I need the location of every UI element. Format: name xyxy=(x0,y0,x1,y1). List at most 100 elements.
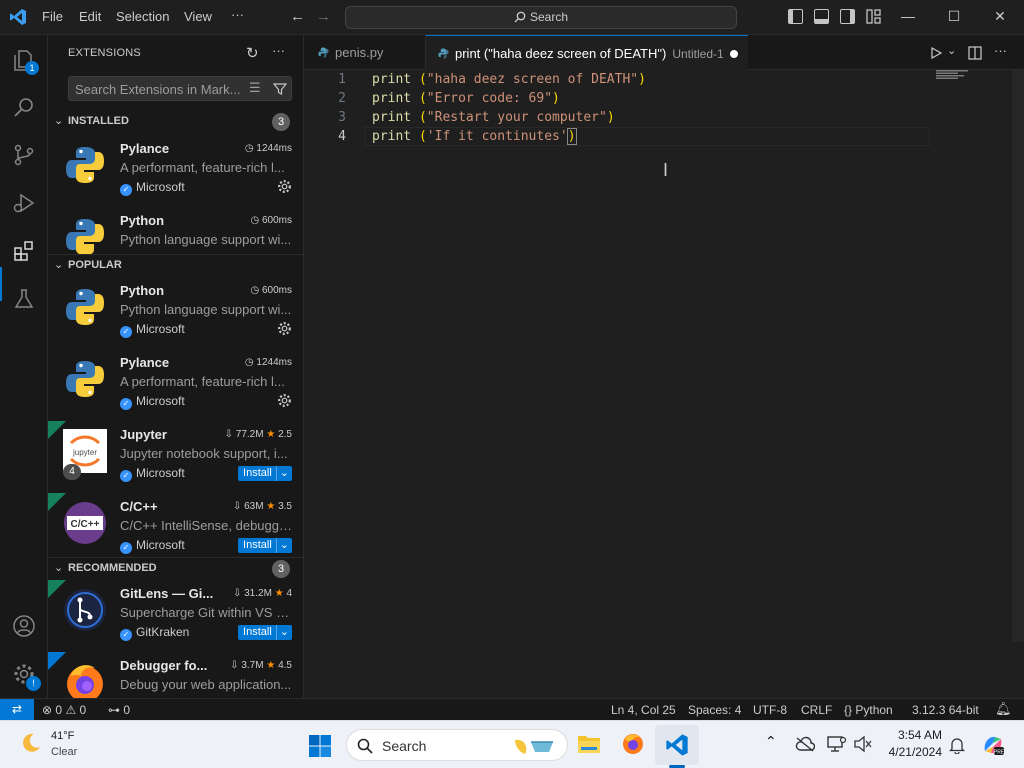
network-icon[interactable] xyxy=(827,735,847,753)
source-control-icon[interactable] xyxy=(12,143,36,167)
run-debug-icon[interactable] xyxy=(12,191,36,215)
sidebar-title: EXTENSIONS xyxy=(68,47,141,59)
maximize-button[interactable]: ☐ xyxy=(944,8,964,26)
extension-publisher: ✓ Microsoft xyxy=(120,466,185,482)
notification-bell-icon[interactable] xyxy=(949,736,965,754)
extension-description: Python language support wi... xyxy=(120,232,292,247)
extension-item-jupyter[interactable]: jupyter 4 Jupyter ⇩ 77.2M ★ 2.5 Jupyter … xyxy=(48,421,303,493)
manage-extension-gear-icon[interactable] xyxy=(277,393,292,408)
extension-publisher: ✓ Microsoft xyxy=(120,180,185,196)
problems-status[interactable]: ⊗ 0 ⚠ 0 xyxy=(42,703,86,717)
language-mode[interactable]: {} Python xyxy=(844,703,893,717)
chevron-down-icon[interactable]: ⌄ xyxy=(275,538,292,553)
more-actions-icon[interactable]: ··· xyxy=(272,43,285,58)
volume-muted-icon[interactable] xyxy=(853,735,873,753)
taskbar-search-box[interactable]: Search xyxy=(346,729,568,761)
eol-status[interactable]: CRLF xyxy=(801,703,832,717)
extension-item-python[interactable]: Python ◷ 600ms Python language support w… xyxy=(48,277,303,349)
close-button[interactable]: ✕ xyxy=(990,8,1010,26)
download-count: 31.2M xyxy=(244,588,272,599)
code-string-token: "Error code: 69" xyxy=(426,91,553,106)
python-interpreter[interactable]: 3.12.3 64-bit xyxy=(912,703,979,717)
search-icon[interactable] xyxy=(12,95,36,119)
forward-arrow-icon[interactable]: → xyxy=(316,8,331,25)
encoding-status[interactable]: UTF-8 xyxy=(753,703,787,717)
extension-item-pylance-popular[interactable]: Pylance ◷ 1244ms A performant, feature-r… xyxy=(48,349,303,421)
clear-filter-icon[interactable]: ☰ xyxy=(249,80,261,96)
weather-temperature[interactable]: 41°F xyxy=(51,730,74,742)
code-line[interactable]: print ("Restart your computer") xyxy=(372,110,615,125)
accounts-icon[interactable] xyxy=(12,614,36,638)
chevron-down-icon[interactable]: ⌄ xyxy=(275,625,292,640)
split-editor-icon[interactable] xyxy=(968,46,982,60)
menu-edit[interactable]: Edit xyxy=(79,9,101,24)
windows-start-icon[interactable] xyxy=(308,734,332,758)
vscode-taskbar-icon[interactable] xyxy=(665,733,689,757)
code-line[interactable]: print ('If it continutes') xyxy=(372,128,577,145)
chevron-down-icon[interactable]: ⌄ xyxy=(275,466,292,481)
onedrive-cloud-icon[interactable] xyxy=(795,736,815,752)
firefox-icon[interactable] xyxy=(621,732,645,756)
line-number: 4 xyxy=(338,129,346,144)
file-explorer-icon[interactable] xyxy=(577,733,601,755)
braces-icon: {} xyxy=(844,703,853,717)
activation-time: ◷ 1244ms xyxy=(245,357,292,368)
manage-extension-gear-icon[interactable] xyxy=(277,179,292,194)
menu-selection[interactable]: Selection xyxy=(116,9,169,24)
tab-untitled-1[interactable]: print ("haha deez screen of DEATH") Untit… xyxy=(426,35,748,70)
unsaved-dot-icon[interactable] xyxy=(730,50,738,58)
minimap[interactable] xyxy=(936,70,984,80)
verified-publisher-icon: ✓ xyxy=(120,542,132,554)
weather-condition[interactable]: Clear xyxy=(51,746,77,758)
vertical-scrollbar[interactable] xyxy=(1012,70,1024,642)
menu-file[interactable]: File xyxy=(42,9,63,24)
extension-item-debugger-firefox[interactable]: Debugger fo... ⇩ 3.7M ★ 4.5 Debug your w… xyxy=(48,652,303,698)
ports-status[interactable]: ⊶ 0 xyxy=(108,703,130,717)
refresh-icon[interactable]: ↻ xyxy=(246,44,259,62)
toggle-primary-sidebar-icon[interactable] xyxy=(788,9,803,24)
customize-layout-icon[interactable] xyxy=(866,9,881,24)
editor-more-actions-icon[interactable]: ··· xyxy=(994,43,1007,58)
install-button[interactable]: Install ⌄ xyxy=(238,538,292,553)
run-options-chevron-down-icon[interactable]: ⌄ xyxy=(947,44,956,57)
extension-item-cpp[interactable]: C/C++ C/C++ ⇩ 63M ★ 3.5 C/C++ IntelliSen… xyxy=(48,493,303,565)
cursor-position[interactable]: Ln 4, Col 25 xyxy=(611,703,676,717)
code-line[interactable]: print ("haha deez screen of DEATH") xyxy=(372,72,646,87)
clock-date[interactable]: 4/21/2024 xyxy=(884,745,942,759)
notifications-bell-icon[interactable]: 🔔︎ xyxy=(995,701,1012,717)
extension-item-pylance[interactable]: Pylance ◷ 1244ms A performant, feature-r… xyxy=(48,135,303,207)
show-hidden-icons-chevron-up-icon[interactable]: ⌃ xyxy=(765,733,777,750)
extension-item-gitlens[interactable]: GitLens — Gi... ⇩ 31.2M ★ 4 Supercharge … xyxy=(48,580,303,652)
clock-time[interactable]: 3:54 AM xyxy=(884,728,942,742)
install-button[interactable]: Install ⌄ xyxy=(238,466,292,481)
menu-more[interactable]: ··· xyxy=(231,7,244,22)
command-center-search[interactable]: Search xyxy=(345,6,737,29)
manage-extension-gear-icon[interactable] xyxy=(277,321,292,336)
code-editor[interactable]: 1 2 3 4 print ("haha deez screen of DEAT… xyxy=(304,70,1024,698)
recommended-section-header[interactable]: ⌄ RECOMMENDED 3 xyxy=(48,557,303,579)
toggle-secondary-sidebar-icon[interactable] xyxy=(840,9,855,24)
extension-count-badge: 4 xyxy=(63,464,81,480)
remote-indicator-icon[interactable]: ⇄ xyxy=(0,699,34,721)
extensions-search-input[interactable]: Search Extensions in Mark... ☰ xyxy=(68,76,292,101)
menu-view[interactable]: View xyxy=(184,9,212,24)
back-arrow-icon[interactable]: ← xyxy=(290,8,305,25)
tab-penis-py[interactable]: penis.py xyxy=(304,35,426,70)
run-python-play-icon[interactable] xyxy=(930,47,942,59)
active-view-indicator xyxy=(0,267,2,301)
testing-flask-icon[interactable] xyxy=(12,287,36,311)
copilot-icon[interactable]: PRE xyxy=(981,733,1005,757)
extension-item-python-installed[interactable]: Python ◷ 600ms Python language support w… xyxy=(48,207,303,257)
extension-publisher: ✓ Microsoft xyxy=(120,322,185,338)
install-button[interactable]: Install ⌄ xyxy=(238,625,292,640)
moon-weather-icon[interactable] xyxy=(19,731,43,755)
toggle-panel-icon[interactable] xyxy=(814,9,829,24)
download-icon: ⇩ xyxy=(232,588,245,599)
indentation-status[interactable]: Spaces: 4 xyxy=(688,703,741,717)
filter-icon[interactable] xyxy=(273,82,287,96)
minimize-button[interactable]: — xyxy=(898,8,918,26)
code-line[interactable]: print ("Error code: 69") xyxy=(372,91,560,106)
installed-section-header[interactable]: ⌄ INSTALLED 3 xyxy=(48,111,303,133)
extensions-icon[interactable] xyxy=(12,239,36,263)
popular-section-header[interactable]: ⌄ POPULAR xyxy=(48,254,303,276)
